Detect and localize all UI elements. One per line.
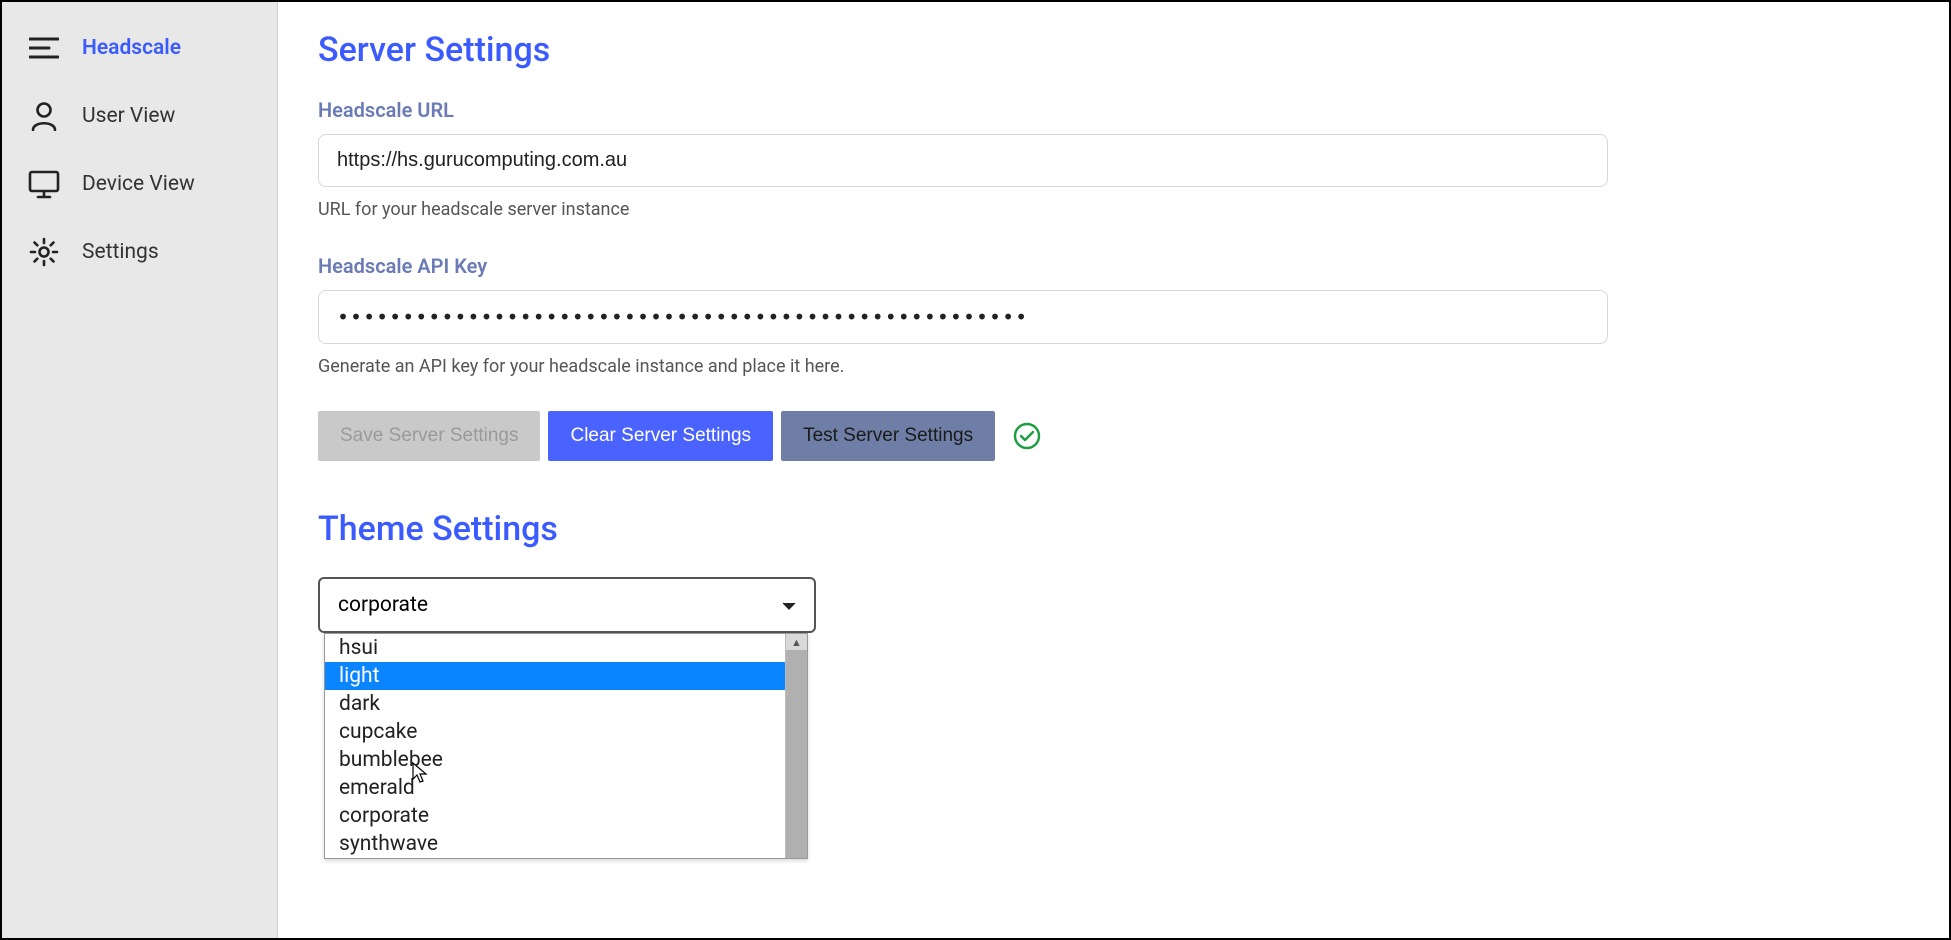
scroll-up-arrow-icon: ▲ xyxy=(786,636,807,649)
dropdown-scrollbar[interactable]: ▲ xyxy=(785,634,807,858)
theme-settings-title: Theme Settings xyxy=(318,509,1909,549)
theme-option-hsui[interactable]: hsui xyxy=(325,634,785,662)
theme-option-list: hsui light dark cupcake bumblebee emeral… xyxy=(325,634,785,858)
gear-icon xyxy=(28,236,60,268)
scrollbar-thumb[interactable] xyxy=(786,650,807,858)
theme-dropdown: hsui light dark cupcake bumblebee emeral… xyxy=(324,633,808,859)
url-help-text: URL for your headscale server instance xyxy=(318,199,1909,220)
theme-select[interactable]: corporate xyxy=(318,577,816,633)
headscale-url-input[interactable] xyxy=(318,134,1608,187)
sidebar: Headscale User View Device View Settings xyxy=(2,2,278,938)
theme-option-light[interactable]: light xyxy=(325,662,785,690)
server-settings-title: Server Settings xyxy=(318,30,1909,70)
api-key-help-text: Generate an API key for your headscale i… xyxy=(318,356,1909,377)
theme-option-dark[interactable]: dark xyxy=(325,690,785,718)
sidebar-item-headscale[interactable]: Headscale xyxy=(2,14,277,82)
theme-option-bumblebee[interactable]: bumblebee xyxy=(325,746,785,774)
save-server-settings-button[interactable]: Save Server Settings xyxy=(318,411,540,461)
main-content: Server Settings Headscale URL URL for yo… xyxy=(278,2,1949,938)
test-server-settings-button[interactable]: Test Server Settings xyxy=(781,411,995,461)
api-key-label: Headscale API Key xyxy=(318,254,1909,278)
clear-server-settings-button[interactable]: Clear Server Settings xyxy=(548,411,773,461)
sidebar-item-settings[interactable]: Settings xyxy=(2,218,277,286)
sidebar-item-label: Device View xyxy=(82,172,195,196)
sidebar-item-device-view[interactable]: Device View xyxy=(2,150,277,218)
headscale-api-key-input[interactable] xyxy=(318,290,1608,344)
sidebar-item-user-view[interactable]: User View xyxy=(2,82,277,150)
sidebar-item-label: Headscale xyxy=(82,36,181,60)
chevron-down-icon xyxy=(782,593,796,617)
theme-option-emerald[interactable]: emerald xyxy=(325,774,785,802)
monitor-icon xyxy=(28,168,60,200)
theme-option-synthwave[interactable]: synthwave xyxy=(325,830,785,858)
sidebar-item-label: Settings xyxy=(82,240,159,264)
theme-selected-value: corporate xyxy=(338,593,428,617)
menu-icon xyxy=(28,32,60,64)
user-icon xyxy=(28,100,60,132)
url-label: Headscale URL xyxy=(318,98,1909,122)
test-status-success-icon xyxy=(1013,422,1041,450)
theme-option-corporate[interactable]: corporate xyxy=(325,802,785,830)
server-buttons-row: Save Server Settings Clear Server Settin… xyxy=(318,411,1909,461)
sidebar-item-label: User View xyxy=(82,104,175,128)
theme-option-cupcake[interactable]: cupcake xyxy=(325,718,785,746)
